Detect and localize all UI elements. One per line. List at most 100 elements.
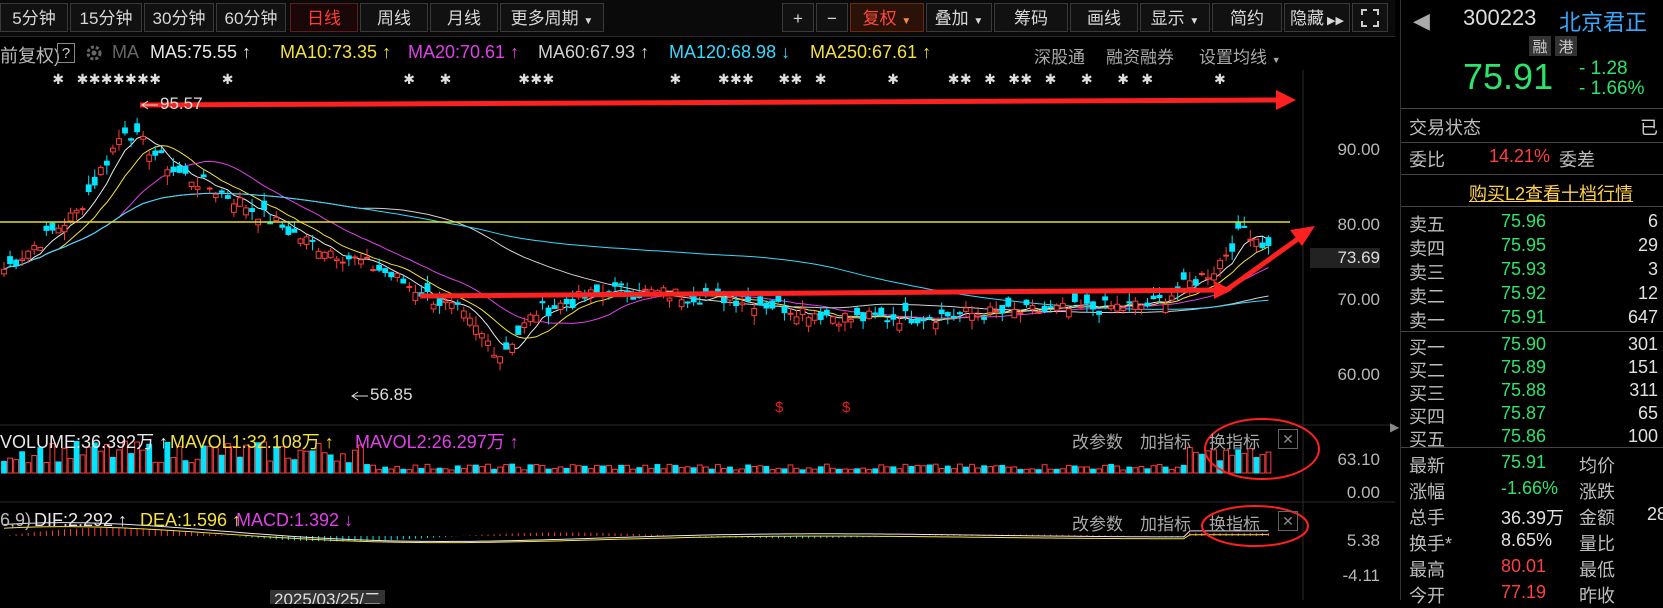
- overlay-label: 叠加: [934, 9, 969, 28]
- candle-body: [781, 306, 788, 314]
- candle-body: [848, 318, 854, 323]
- simple-mode-button[interactable]: 简约: [1212, 3, 1282, 32]
- candle-body: [1223, 254, 1229, 257]
- macd-edit-params-button[interactable]: 改参数: [1072, 510, 1123, 535]
- volume-bar: [1102, 464, 1108, 474]
- orderbook-row[interactable]: 买一 75.90 301: [1401, 334, 1663, 358]
- period-60min-button[interactable]: 60分钟: [216, 3, 286, 32]
- macd-add-indicator-button[interactable]: 加指标: [1140, 510, 1191, 535]
- chips-button[interactable]: 筹码: [994, 3, 1068, 32]
- candle-body: [31, 245, 38, 251]
- stat-label: 涨幅: [1409, 482, 1445, 502]
- volume-bar: [884, 466, 891, 474]
- buy-l2-link[interactable]: 购买L2查看十档行情: [1469, 180, 1633, 206]
- candle-body: [569, 298, 576, 308]
- hide-label: 隐藏: [1290, 9, 1324, 28]
- volume-bar: [957, 463, 963, 474]
- prev-stock-icon[interactable]: ◀: [1413, 8, 1430, 34]
- volume-bar: [460, 467, 467, 474]
- candle-body: [1017, 312, 1024, 315]
- moving-average-lines: [3, 135, 1269, 350]
- orderbook-row[interactable]: 卖一 75.91 647: [1401, 307, 1663, 331]
- candle-body: [938, 309, 945, 315]
- volume-bar: [19, 451, 26, 474]
- volume-bar: [872, 468, 879, 474]
- orderbook-row[interactable]: 卖三 75.93 3: [1401, 259, 1663, 283]
- candle-body: [1150, 295, 1157, 300]
- volume-bar: [1211, 449, 1217, 474]
- candle-body: [394, 273, 401, 278]
- candle-body: [1059, 302, 1066, 309]
- volume-bar: [448, 469, 455, 474]
- event-star-icon: ✱: [1020, 71, 1032, 87]
- display-dropdown[interactable]: 显示 ▼: [1140, 3, 1210, 32]
- period-5min-button[interactable]: 5分钟: [0, 3, 68, 32]
- orderbook-row[interactable]: 卖二 75.92 12: [1401, 283, 1663, 307]
- volume-bar: [473, 464, 479, 474]
- candle-body: [497, 356, 504, 364]
- event-star-icon: ✱: [518, 71, 530, 87]
- period-30min-button[interactable]: 30分钟: [144, 3, 214, 32]
- period-monthly-button[interactable]: 月线: [430, 3, 498, 32]
- volume-switch-indicator-button[interactable]: 换指标: [1209, 428, 1260, 453]
- candle-body: [854, 307, 860, 316]
- stat-label: 量比: [1579, 534, 1615, 554]
- macd-switch-indicator-button[interactable]: 换指标: [1209, 510, 1260, 535]
- high-price-label: 95.57: [160, 94, 203, 113]
- candle-body: [727, 297, 733, 301]
- volume-bar: [442, 468, 449, 474]
- candle-body: [352, 256, 358, 259]
- candle-body: [466, 317, 473, 326]
- candle-body: [1041, 305, 1048, 312]
- close-icon[interactable]: ✕: [1278, 511, 1298, 531]
- orderbook-row[interactable]: 卖五 75.96 6: [1401, 211, 1663, 235]
- fullscreen-button[interactable]: [1352, 3, 1388, 32]
- zoom-out-button[interactable]: −: [816, 3, 848, 32]
- volume-bar: [1090, 468, 1096, 474]
- zoom-in-button[interactable]: +: [782, 3, 814, 32]
- close-icon[interactable]: ✕: [1278, 429, 1298, 449]
- volume-bar: [1041, 464, 1048, 474]
- volume-bar: [733, 469, 739, 474]
- period-weekly-button[interactable]: 周线: [360, 3, 428, 32]
- event-s-marker: $: [842, 399, 851, 416]
- volume-bar: [745, 464, 752, 474]
- orderbook-row[interactable]: 买二 75.89 151: [1401, 357, 1663, 381]
- volume-bar: [866, 469, 873, 474]
- candle-body: [690, 295, 697, 303]
- volume-bar: [79, 454, 86, 474]
- candle-body: [1120, 307, 1127, 312]
- orderbook-row[interactable]: 卖四 75.95 29: [1401, 235, 1663, 259]
- volume-bar: [7, 457, 13, 474]
- collapse-panel-icon[interactable]: ▶: [1390, 420, 1399, 450]
- candle-body: [1156, 294, 1163, 299]
- orderbook-volume: 647: [1627, 307, 1658, 327]
- volume-bar: [418, 468, 425, 474]
- period-15min-button[interactable]: 15分钟: [70, 3, 142, 32]
- candle-body: [521, 322, 528, 328]
- overlay-dropdown[interactable]: 叠加 ▼: [926, 3, 992, 32]
- candle-body: [224, 195, 231, 199]
- volume-bar: [721, 468, 727, 474]
- candle-body: [79, 208, 86, 211]
- volume-bar: [926, 464, 933, 474]
- volume-add-indicator-button[interactable]: 加指标: [1140, 428, 1191, 453]
- stat-label: 换手*: [1409, 534, 1453, 554]
- candle-body: [1205, 277, 1211, 280]
- volume-bar: [569, 464, 576, 474]
- volume-edit-params-button[interactable]: 改参数: [1072, 428, 1123, 453]
- fuquan-dropdown[interactable]: 复权 ▼: [850, 3, 924, 32]
- period-daily-button[interactable]: 日线: [290, 3, 358, 32]
- hide-button[interactable]: 隐藏 ▶▶: [1284, 3, 1350, 32]
- orderbook-row[interactable]: 买四 75.87 65: [1401, 403, 1663, 427]
- orderbook-price: 75.89: [1501, 357, 1547, 377]
- candle-body: [1090, 301, 1096, 310]
- volume-bar: [1180, 464, 1187, 474]
- candle-body: [612, 282, 618, 287]
- volume-bar: [914, 464, 921, 474]
- more-periods-dropdown[interactable]: 更多周期 ▼: [500, 3, 604, 32]
- orderbook-row[interactable]: 买三 75.88 311: [1401, 380, 1663, 404]
- stat-row: 换手* 8.65% 量比: [1401, 530, 1663, 554]
- draw-line-button[interactable]: 画线: [1070, 3, 1138, 32]
- volume-bar: [878, 464, 885, 474]
